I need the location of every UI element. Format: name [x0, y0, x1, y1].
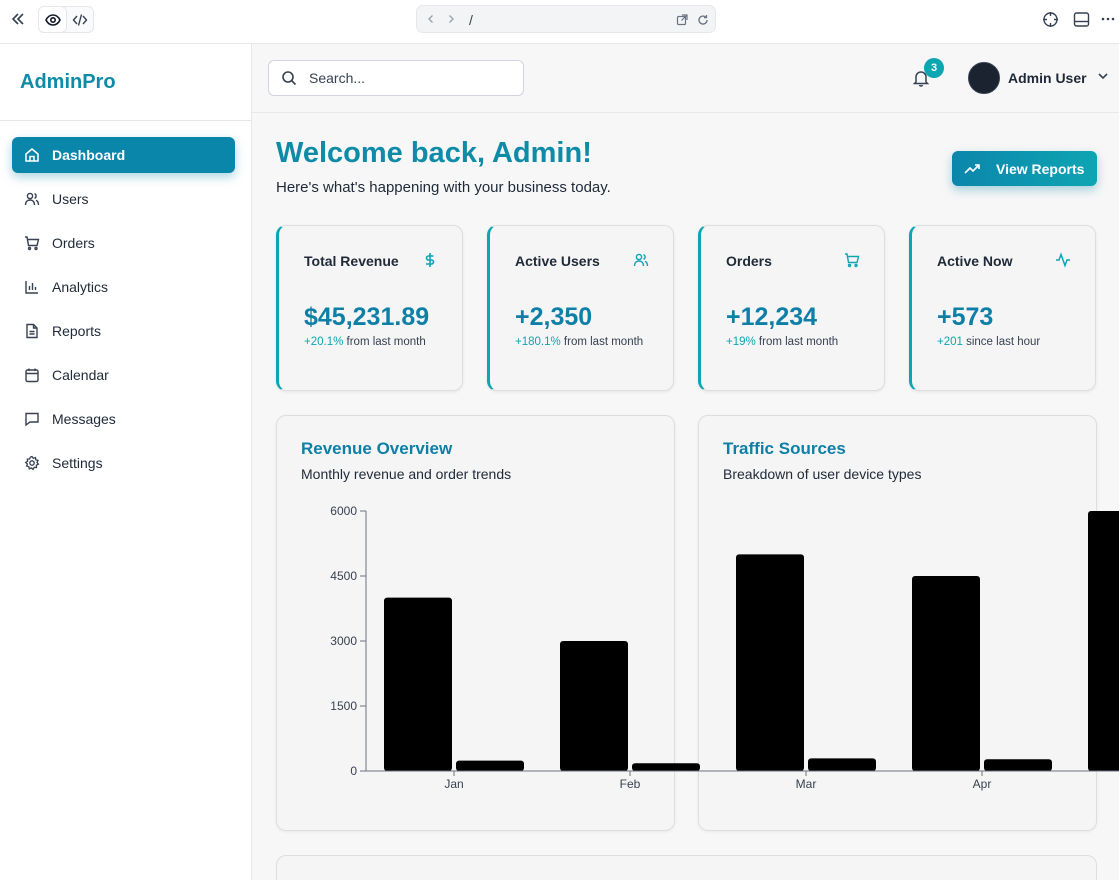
- sidebar-item-analytics[interactable]: Analytics: [12, 269, 235, 305]
- trending-up-icon: [964, 161, 980, 177]
- revenue-bar-chart: 0 1500 3000 4500 6000 Jan Feb Mar Apr: [330, 504, 1119, 791]
- open-external-icon[interactable]: [675, 13, 688, 26]
- dollar-icon: [422, 252, 438, 268]
- sidebar: AdminPro Dashboard Users Orders Analytic…: [0, 44, 252, 880]
- sidebar-item-calendar[interactable]: Calendar: [12, 357, 235, 393]
- brand-logo[interactable]: AdminPro: [20, 71, 116, 94]
- address-bar[interactable]: /: [416, 5, 716, 33]
- stat-value: +12,234: [726, 303, 818, 331]
- chart-bar-orders: [456, 760, 524, 771]
- gear-icon: [24, 455, 40, 471]
- sidebar-item-label: Orders: [52, 235, 95, 251]
- user-menu[interactable]: Admin User: [968, 62, 1109, 94]
- sidebar-item-reports[interactable]: Reports: [12, 313, 235, 349]
- sidebar-item-orders[interactable]: Orders: [12, 225, 235, 261]
- search-input[interactable]: [309, 70, 509, 86]
- panel-subtitle: Breakdown of user device types: [723, 466, 922, 482]
- y-tick-label: 1500: [330, 699, 357, 713]
- stat-change: +19% from last month: [726, 336, 839, 348]
- chart-bar-revenue: [912, 576, 980, 771]
- stat-title: Total Revenue: [304, 253, 399, 269]
- page-title: Welcome back, Admin!: [276, 137, 592, 169]
- file-icon: [24, 323, 40, 339]
- search-icon: [281, 70, 297, 86]
- panel-title: Traffic Sources: [723, 439, 846, 458]
- browser-toolbar: /: [0, 0, 1119, 44]
- search-box[interactable]: [268, 60, 524, 96]
- view-reports-button[interactable]: View Reports: [952, 151, 1097, 186]
- sidebar-item-messages[interactable]: Messages: [12, 401, 235, 437]
- view-reports-label: View Reports: [996, 160, 1085, 177]
- panel-title: Revenue Overview: [301, 439, 453, 458]
- calendar-icon: [24, 367, 40, 383]
- cart-icon: [844, 252, 860, 268]
- sidebar-item-label: Dashboard: [52, 147, 126, 163]
- chart-bar-orders: [632, 763, 700, 771]
- crosshair-icon[interactable]: [1041, 10, 1059, 28]
- home-icon: [24, 147, 40, 163]
- stat-title: Active Users: [515, 253, 600, 269]
- view-toggle: [38, 6, 94, 33]
- activity-icon: [1055, 252, 1071, 268]
- y-tick-label: 3000: [330, 634, 357, 648]
- sidebar-item-dashboard[interactable]: Dashboard: [12, 137, 235, 173]
- url-text: /: [469, 12, 473, 28]
- sidebar-item-settings[interactable]: Settings: [12, 445, 235, 481]
- chart-bar-revenue: [560, 641, 628, 771]
- y-tick-label: 6000: [330, 504, 357, 518]
- chart-bar-revenue: [384, 597, 452, 771]
- sidebar-item-label: Settings: [52, 455, 103, 471]
- notification-badge: 3: [924, 58, 944, 78]
- chevron-down-icon: [1097, 69, 1109, 87]
- chart-bar-revenue: [1088, 511, 1119, 771]
- users-icon: [24, 191, 40, 207]
- bar-chart-icon: [24, 279, 40, 295]
- stat-value: +573: [937, 303, 994, 331]
- code-icon[interactable]: [66, 7, 93, 32]
- user-name: Admin User: [1008, 70, 1087, 86]
- eye-icon[interactable]: [39, 7, 66, 32]
- stat-title: Orders: [726, 253, 772, 269]
- back-icon[interactable]: [425, 13, 437, 25]
- chart-bar-revenue: [736, 554, 804, 771]
- sidebar-item-label: Users: [52, 191, 89, 207]
- stat-change: +180.1% from last month: [515, 336, 644, 348]
- stat-value: $45,231.89: [304, 303, 430, 331]
- stat-card-revenue: Total Revenue $45,231.89 +20.1% from las…: [276, 225, 463, 391]
- x-tick-label: Jan: [444, 777, 463, 791]
- stat-value: +2,350: [515, 303, 593, 331]
- stat-card-active-now: Active Now +573 +201 since last hour: [909, 225, 1096, 391]
- bottom-panel: [276, 855, 1097, 880]
- app-header: 3 Admin User: [252, 44, 1119, 113]
- avatar: [968, 62, 1000, 94]
- x-tick-label: Apr: [973, 777, 992, 791]
- cart-icon: [24, 235, 40, 251]
- collapse-icon[interactable]: [9, 11, 27, 27]
- y-tick-label: 4500: [330, 569, 357, 583]
- message-icon: [24, 411, 40, 427]
- reload-icon[interactable]: [696, 13, 709, 26]
- panel-icon[interactable]: [1072, 10, 1090, 28]
- x-tick-label: Mar: [796, 777, 817, 791]
- sidebar-item-label: Analytics: [52, 279, 109, 295]
- chart-bar-orders: [984, 759, 1052, 771]
- stat-card-orders: Orders +12,234 +19% from last month: [698, 225, 885, 391]
- forward-icon[interactable]: [445, 13, 457, 25]
- panel-subtitle: Monthly revenue and order trends: [301, 466, 512, 482]
- stat-title: Active Now: [937, 253, 1013, 269]
- sidebar-item-label: Messages: [52, 411, 116, 427]
- sidebar-item-label: Calendar: [52, 367, 109, 383]
- x-tick-label: Feb: [620, 777, 641, 791]
- chart-bar-orders: [808, 758, 876, 771]
- sidebar-item-label: Reports: [52, 323, 102, 339]
- stat-card-users: Active Users +2,350 +180.1% from last mo…: [487, 225, 674, 391]
- sidebar-item-users[interactable]: Users: [12, 181, 235, 217]
- stat-change: +20.1% from last month: [304, 336, 426, 348]
- page-subtitle: Here's what's happening with your busine…: [276, 179, 611, 196]
- y-tick-label: 0: [350, 764, 357, 778]
- divider: [0, 120, 251, 121]
- more-icon[interactable]: [1099, 10, 1117, 28]
- users-icon: [633, 252, 649, 268]
- stat-change: +201 since last hour: [937, 336, 1041, 348]
